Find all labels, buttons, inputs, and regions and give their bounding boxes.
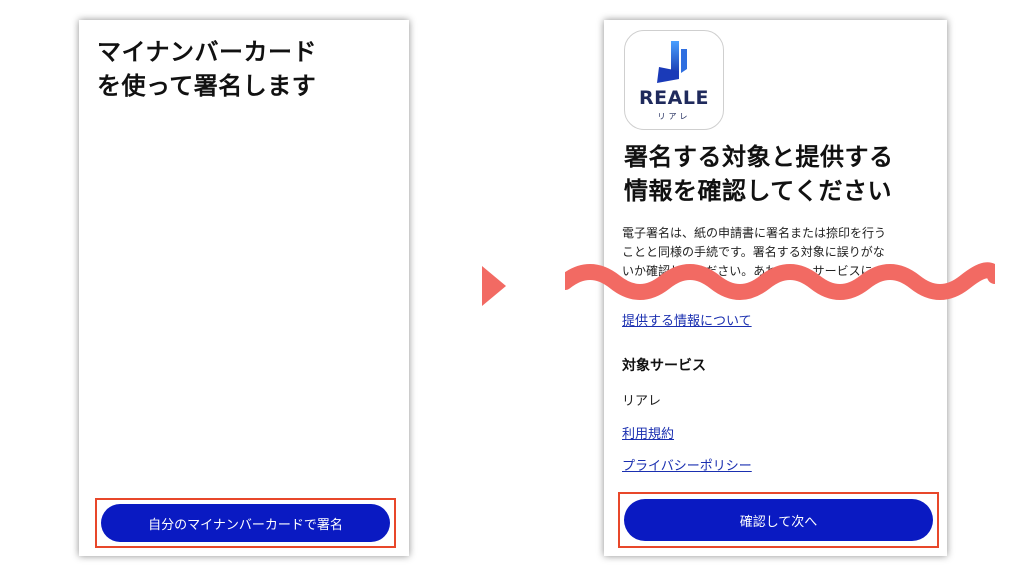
highlight-frame: 確認して次へ: [618, 492, 939, 548]
next-step-arrow-icon: [482, 266, 506, 306]
privacy-policy-link[interactable]: プライバシーポリシー: [622, 455, 752, 474]
reale-logo-icon: [657, 41, 687, 83]
logo-wordmark: REALE: [639, 87, 709, 109]
logo-subtext: リアレ: [657, 112, 691, 121]
provided-info-link[interactable]: 提供する情報について: [622, 310, 752, 329]
wave-break-decoration: [565, 262, 995, 300]
terms-link[interactable]: 利用規約: [622, 423, 674, 442]
page-title: マイナンバーカード を使って署名します: [97, 38, 318, 100]
sign-with-my-number-card-button[interactable]: 自分のマイナンバーカードで署名: [101, 504, 390, 542]
screen-left: マイナンバーカード を使って署名します 自分のマイナンバーカードで署名: [79, 20, 409, 556]
target-service-heading: 対象サービス: [622, 358, 706, 374]
page-title: 署名する対象と提供する 情報を確認してください: [624, 143, 894, 205]
highlight-frame: 自分のマイナンバーカードで署名: [95, 498, 396, 548]
service-name: リアレ: [622, 394, 662, 409]
confirm-next-button[interactable]: 確認して次へ: [624, 499, 933, 541]
app-logo: REALE リアレ: [624, 30, 724, 130]
